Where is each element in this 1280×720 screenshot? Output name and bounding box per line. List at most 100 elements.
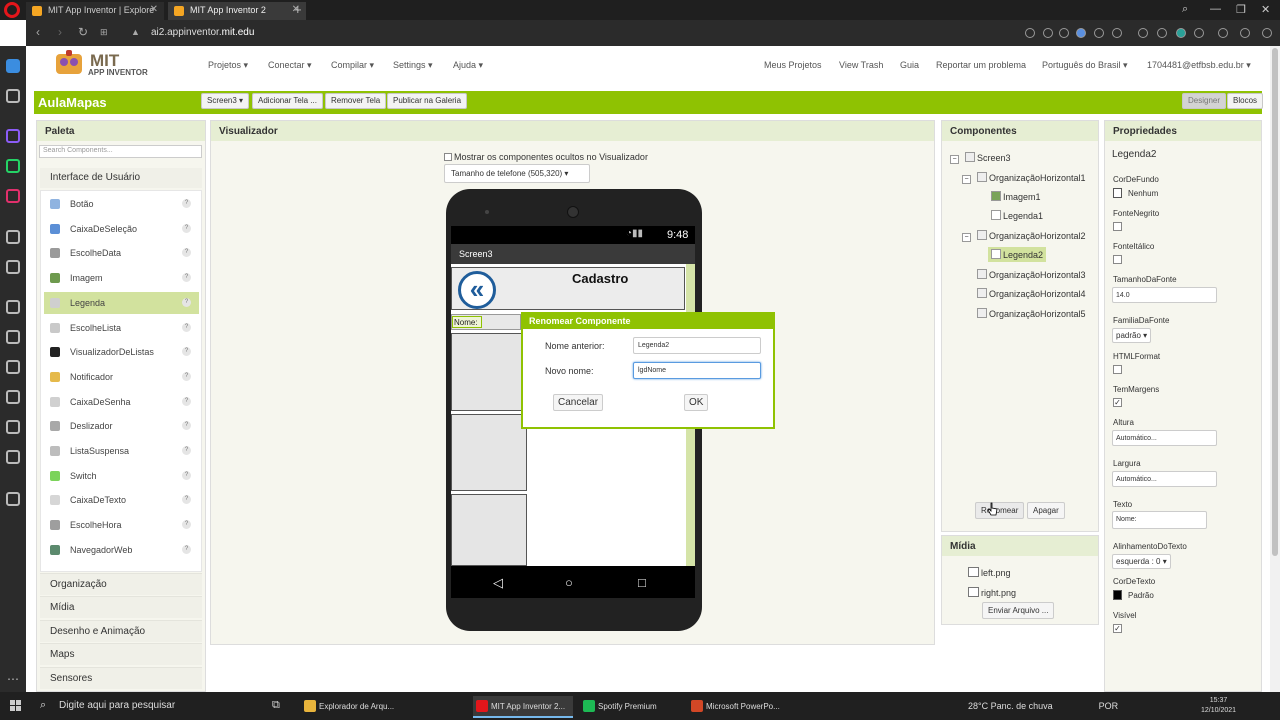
- prop-bgcolor-value[interactable]: Nenhum: [1113, 188, 1158, 198]
- tree-node[interactable]: Imagem1: [991, 191, 1041, 202]
- search-extension-icon[interactable]: [1025, 28, 1035, 38]
- url-field[interactable]: ai2.appinventor.mit.edu: [151, 27, 254, 38]
- instagram-sidebar-icon[interactable]: [6, 189, 20, 203]
- warning-icon[interactable]: ▲: [131, 27, 140, 37]
- menu-ajuda[interactable]: Ajuda ▾: [453, 60, 483, 71]
- play-extension-icon[interactable]: [1094, 28, 1104, 38]
- palette-category[interactable]: Desenho e Animação: [40, 619, 202, 642]
- publish-gallery-button[interactable]: Publicar na Galeria: [387, 93, 468, 109]
- old-name-field[interactable]: Legenda2: [633, 337, 761, 354]
- palette-item[interactable]: CaixaDeSenha?: [44, 391, 199, 413]
- ok-button[interactable]: OK: [684, 394, 709, 411]
- tips-sidebar-icon[interactable]: [6, 492, 20, 506]
- palette-item[interactable]: NavegadorWeb?: [44, 539, 199, 561]
- messenger-sidebar-icon[interactable]: [6, 129, 20, 143]
- help-icon[interactable]: ?: [182, 495, 191, 505]
- palette-search-input[interactable]: Search Components...: [39, 145, 202, 158]
- menu-account[interactable]: 1704481@etfbsb.edu.br ▾: [1147, 60, 1251, 71]
- history-sidebar-icon[interactable]: [6, 360, 20, 374]
- help-icon[interactable]: ?: [182, 421, 191, 431]
- link-guia[interactable]: Guia: [900, 60, 919, 70]
- shield-extension-icon[interactable]: [1076, 28, 1086, 38]
- prop-visible-checkbox[interactable]: ✓: [1113, 624, 1122, 633]
- palette-item[interactable]: Imagem?: [44, 267, 199, 289]
- link-reportar-problema[interactable]: Reportar um problema: [936, 60, 1026, 70]
- new-tab-icon[interactable]: +: [294, 2, 302, 17]
- language-indicator[interactable]: POR: [1099, 701, 1119, 711]
- help-icon[interactable]: ?: [182, 396, 191, 406]
- prop-margins-checkbox[interactable]: ✓: [1113, 398, 1122, 407]
- cadastro-label[interactable]: Cadastro: [572, 271, 628, 286]
- blocks-button[interactable]: Blocos: [1227, 93, 1264, 109]
- help-icon[interactable]: ?: [182, 520, 191, 530]
- help-icon[interactable]: ?: [182, 470, 191, 480]
- media-file[interactable]: left.png: [968, 567, 1011, 578]
- tree-node[interactable]: Legenda2: [991, 249, 1043, 260]
- show-hidden-checkbox[interactable]: Mostrar os componentes ocultos no Visual…: [444, 152, 648, 162]
- send-sidebar-icon[interactable]: [6, 260, 20, 274]
- back-icon[interactable]: ‹: [36, 25, 40, 39]
- nome-label[interactable]: Nome:: [452, 316, 482, 328]
- palette-item[interactable]: Deslizador?: [44, 415, 199, 437]
- phone-size-select[interactable]: Tamanho de telefone (505,320) ▾: [444, 164, 590, 183]
- menu-settings[interactable]: Settings ▾: [393, 60, 433, 71]
- home-sidebar-icon[interactable]: [6, 59, 20, 73]
- a-extension-icon[interactable]: [1176, 28, 1186, 38]
- taskbar-app[interactable]: Spotify Premium: [580, 696, 670, 718]
- prop-align-select[interactable]: esquerda : 0 ▾: [1112, 554, 1171, 569]
- more-sidebar-icon[interactable]: ⋯: [7, 672, 19, 686]
- restore-icon[interactable]: ❐: [1236, 3, 1246, 16]
- tree-node[interactable]: OrganizaçãoHorizontal4: [962, 288, 1086, 299]
- menu-compilar[interactable]: Compilar ▾: [331, 60, 374, 71]
- translate-extension-icon[interactable]: [1043, 28, 1053, 38]
- upload-file-button[interactable]: Enviar Arquivo ...: [982, 602, 1055, 619]
- prop-height-input[interactable]: Automático...: [1112, 430, 1217, 446]
- palette-item[interactable]: Legenda?: [44, 291, 199, 314]
- camera-extension-icon[interactable]: [1059, 28, 1069, 38]
- browser-tab-active[interactable]: MIT App Inventor 2 ✕: [168, 2, 306, 20]
- help-icon[interactable]: ?: [182, 297, 191, 307]
- palette-category[interactable]: Sensores: [40, 666, 202, 689]
- taskbar-search-input[interactable]: Digite aqui para pesquisar: [59, 700, 175, 711]
- task-view-icon[interactable]: ⧉: [272, 699, 280, 712]
- palette-item[interactable]: CaixaDeSeleção?: [44, 218, 199, 240]
- palette-category[interactable]: Mídia: [40, 596, 202, 619]
- player-sidebar-icon[interactable]: [6, 230, 20, 244]
- downloads-sidebar-icon[interactable]: [6, 390, 20, 404]
- horizontal-arrangement-5[interactable]: [451, 494, 527, 566]
- delete-button[interactable]: Apagar: [1027, 502, 1065, 519]
- palette-item[interactable]: EscolheLista?: [44, 317, 199, 339]
- back-arrow-icon[interactable]: «: [458, 271, 496, 309]
- cancel-button[interactable]: Cancelar: [553, 394, 604, 411]
- reload-icon[interactable]: ↻: [78, 25, 88, 39]
- palette-item[interactable]: EscolheHora?: [44, 514, 199, 536]
- palette-category[interactable]: Organização: [40, 573, 202, 595]
- help-icon[interactable]: ?: [182, 544, 191, 554]
- search-tabs-icon[interactable]: ⌕: [1182, 3, 1188, 16]
- close-tab-icon[interactable]: ✕: [150, 4, 158, 15]
- menu-projetos[interactable]: Projetos ▾: [208, 60, 248, 71]
- prop-html-checkbox[interactable]: [1113, 365, 1122, 374]
- taskbar-app[interactable]: Microsoft PowerPo...: [688, 696, 788, 718]
- palette-item[interactable]: ListaSuspensa?: [44, 440, 199, 462]
- tree-node[interactable]: Legenda1: [991, 210, 1043, 221]
- collapse-toggle-icon[interactable]: −: [962, 233, 971, 242]
- new-name-field[interactable]: lgdNome: [633, 362, 761, 379]
- snapshot-sidebar-icon[interactable]: [6, 330, 20, 344]
- tree-node[interactable]: − Screen3: [950, 152, 1011, 164]
- minimize-icon[interactable]: —: [1210, 3, 1221, 15]
- prop-fontfamily-select[interactable]: padrão ▾: [1112, 328, 1152, 343]
- system-tray[interactable]: 28°C Panc. de chuva POR: [968, 701, 1118, 711]
- settings-sidebar-icon[interactable]: [6, 450, 20, 464]
- screen-select-button[interactable]: Screen3 ▾: [201, 93, 250, 109]
- cube-extension-icon[interactable]: [1218, 28, 1228, 38]
- taskbar-app[interactable]: MIT App Inventor 2...: [473, 696, 573, 718]
- link-view-trash[interactable]: View Trash: [839, 60, 883, 70]
- link-meus-projetos[interactable]: Meus Projetos: [764, 60, 822, 70]
- help-icon[interactable]: ?: [182, 273, 191, 283]
- help-icon[interactable]: ?: [182, 347, 191, 357]
- tree-node[interactable]: − OrganizaçãoHorizontal1: [962, 172, 1086, 184]
- prop-width-input[interactable]: Automático...: [1112, 471, 1217, 487]
- palette-item[interactable]: VisualizadorDeListas?: [44, 341, 199, 363]
- bookmark-sidebar-icon[interactable]: [6, 89, 20, 103]
